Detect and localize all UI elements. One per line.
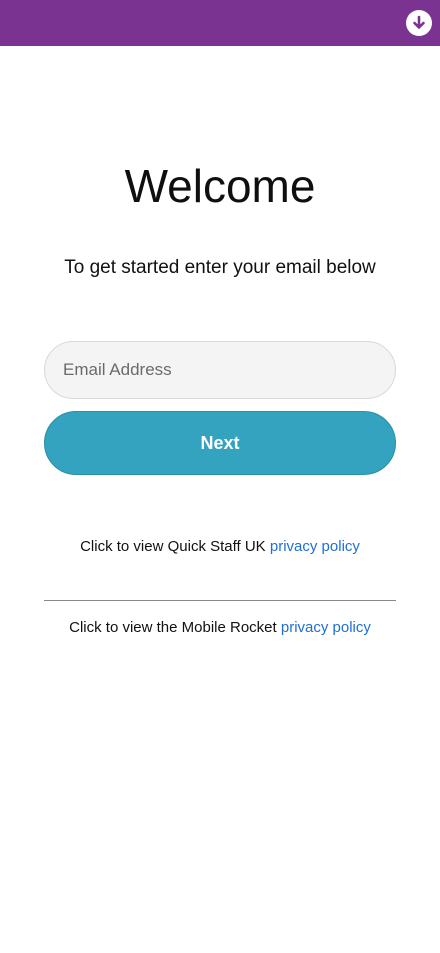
- quick-staff-policy-text: Click to view Quick Staff UK privacy pol…: [0, 537, 440, 557]
- page-title: Welcome: [124, 160, 316, 212]
- quick-staff-privacy-policy-link[interactable]: privacy policy: [270, 538, 360, 555]
- quick-staff-policy-prefix: Click to view Quick Staff UK: [80, 538, 266, 555]
- mobile-rocket-policy-text: Click to view the Mobile Rocket privacy …: [0, 618, 440, 638]
- mobile-rocket-policy-prefix: Click to view the Mobile Rocket: [69, 619, 277, 636]
- email-field[interactable]: [44, 341, 396, 399]
- mobile-rocket-privacy-policy-link[interactable]: privacy policy: [281, 619, 371, 636]
- page-subtitle: To get started enter your email below: [64, 257, 376, 278]
- divider: [44, 600, 396, 601]
- top-bar: [0, 0, 440, 46]
- next-button[interactable]: Next: [44, 411, 396, 475]
- download-button[interactable]: [406, 10, 432, 36]
- arrow-down-circle-icon: [413, 15, 425, 29]
